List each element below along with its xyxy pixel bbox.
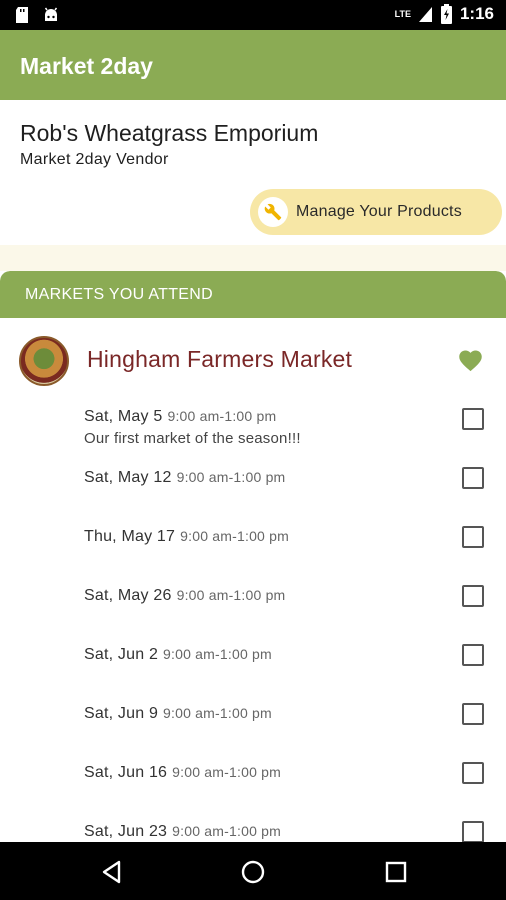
- date-day: Sat, Jun 2: [84, 646, 159, 663]
- date-time: 9:00 am-1:00 pm: [163, 646, 272, 662]
- date-time: 9:00 am-1:00 pm: [167, 408, 277, 424]
- date-row[interactable]: Sat, Jun 2 9:00 am-1:00 pm: [0, 634, 506, 693]
- vendor-subtitle: Market 2day Vendor: [20, 151, 169, 168]
- heart-icon[interactable]: [457, 347, 484, 372]
- section-divider: [0, 245, 506, 271]
- date-row[interactable]: Sat, Jun 9 9:00 am-1:00 pm: [0, 693, 506, 752]
- date-day: Sat, Jun 16: [84, 764, 168, 781]
- date-note: Our first market of the season!!!: [84, 430, 301, 447]
- date-time: 9:00 am-1:00 pm: [176, 469, 286, 485]
- recents-icon[interactable]: [383, 859, 409, 885]
- date-row[interactable]: Thu, May 17 9:00 am-1:00 pm: [0, 516, 506, 575]
- battery-icon: [440, 4, 452, 24]
- date-day: Sat, Jun 9: [84, 705, 159, 722]
- attend-checkbox[interactable]: [462, 585, 484, 607]
- lte-signal-icon: [418, 7, 432, 22]
- date-time: 9:00 am-1:00 pm: [172, 823, 281, 839]
- back-icon[interactable]: [99, 859, 125, 885]
- market-row[interactable]: Hingham Farmers Market: [0, 318, 506, 398]
- date-day: Sat, May 5: [84, 408, 163, 425]
- android-icon: [44, 7, 58, 21]
- date-row[interactable]: Sat, Jun 16 9:00 am-1:00 pm: [0, 752, 506, 811]
- status-bar: LTE 1:16: [0, 0, 506, 30]
- date-row[interactable]: Sat, May 26 9:00 am-1:00 pm: [0, 575, 506, 634]
- date-time: 9:00 am-1:00 pm: [180, 528, 289, 544]
- wrench-icon-container: [258, 197, 288, 227]
- wrench-icon: [264, 203, 282, 221]
- status-time: 1:16: [459, 4, 494, 23]
- vendor-section: Rob's Wheatgrass Emporium Market 2day Ve…: [0, 100, 506, 245]
- vendor-name: Rob's Wheatgrass Emporium: [20, 120, 319, 146]
- date-time: 9:00 am-1:00 pm: [176, 587, 286, 603]
- attend-checkbox[interactable]: [462, 762, 484, 784]
- date-day: Sat, May 26: [84, 587, 172, 604]
- system-nav-bar: [0, 842, 506, 900]
- market-name[interactable]: Hingham Farmers Market: [87, 346, 352, 373]
- date-day: Thu, May 17: [84, 528, 176, 545]
- app-bar: Market 2day: [0, 30, 506, 100]
- date-row[interactable]: Sat, May 12 9:00 am-1:00 pm: [0, 457, 506, 516]
- network-type: LTE: [394, 9, 411, 19]
- markets-card[interactable]: MARKETS YOU ATTEND Hingham Farmers Marke…: [0, 271, 506, 842]
- markets-header-label: MARKETS YOU ATTEND: [25, 286, 213, 303]
- attend-checkbox[interactable]: [462, 703, 484, 725]
- home-icon[interactable]: [240, 859, 266, 885]
- attend-checkbox[interactable]: [462, 408, 484, 430]
- attend-checkbox[interactable]: [462, 526, 484, 548]
- sd-card-icon: [16, 7, 28, 23]
- date-time: 9:00 am-1:00 pm: [172, 764, 281, 780]
- markets-header: MARKETS YOU ATTEND: [0, 271, 506, 318]
- date-day: Sat, Jun 23: [84, 823, 168, 840]
- date-row[interactable]: Sat, Jun 23 9:00 am-1:00 pm: [0, 811, 506, 842]
- attend-checkbox[interactable]: [462, 821, 484, 842]
- attend-checkbox[interactable]: [462, 467, 484, 489]
- manage-products-label: Manage Your Products: [296, 203, 462, 220]
- date-time: 9:00 am-1:00 pm: [163, 705, 272, 721]
- market-logo: [19, 336, 69, 386]
- date-day: Sat, May 12: [84, 469, 172, 486]
- date-row[interactable]: Sat, May 5 9:00 am-1:00 pm Our first mark…: [0, 398, 506, 457]
- app-title: Market 2day: [20, 53, 153, 79]
- manage-products-button[interactable]: Manage Your Products: [250, 189, 502, 235]
- attend-checkbox[interactable]: [462, 644, 484, 666]
